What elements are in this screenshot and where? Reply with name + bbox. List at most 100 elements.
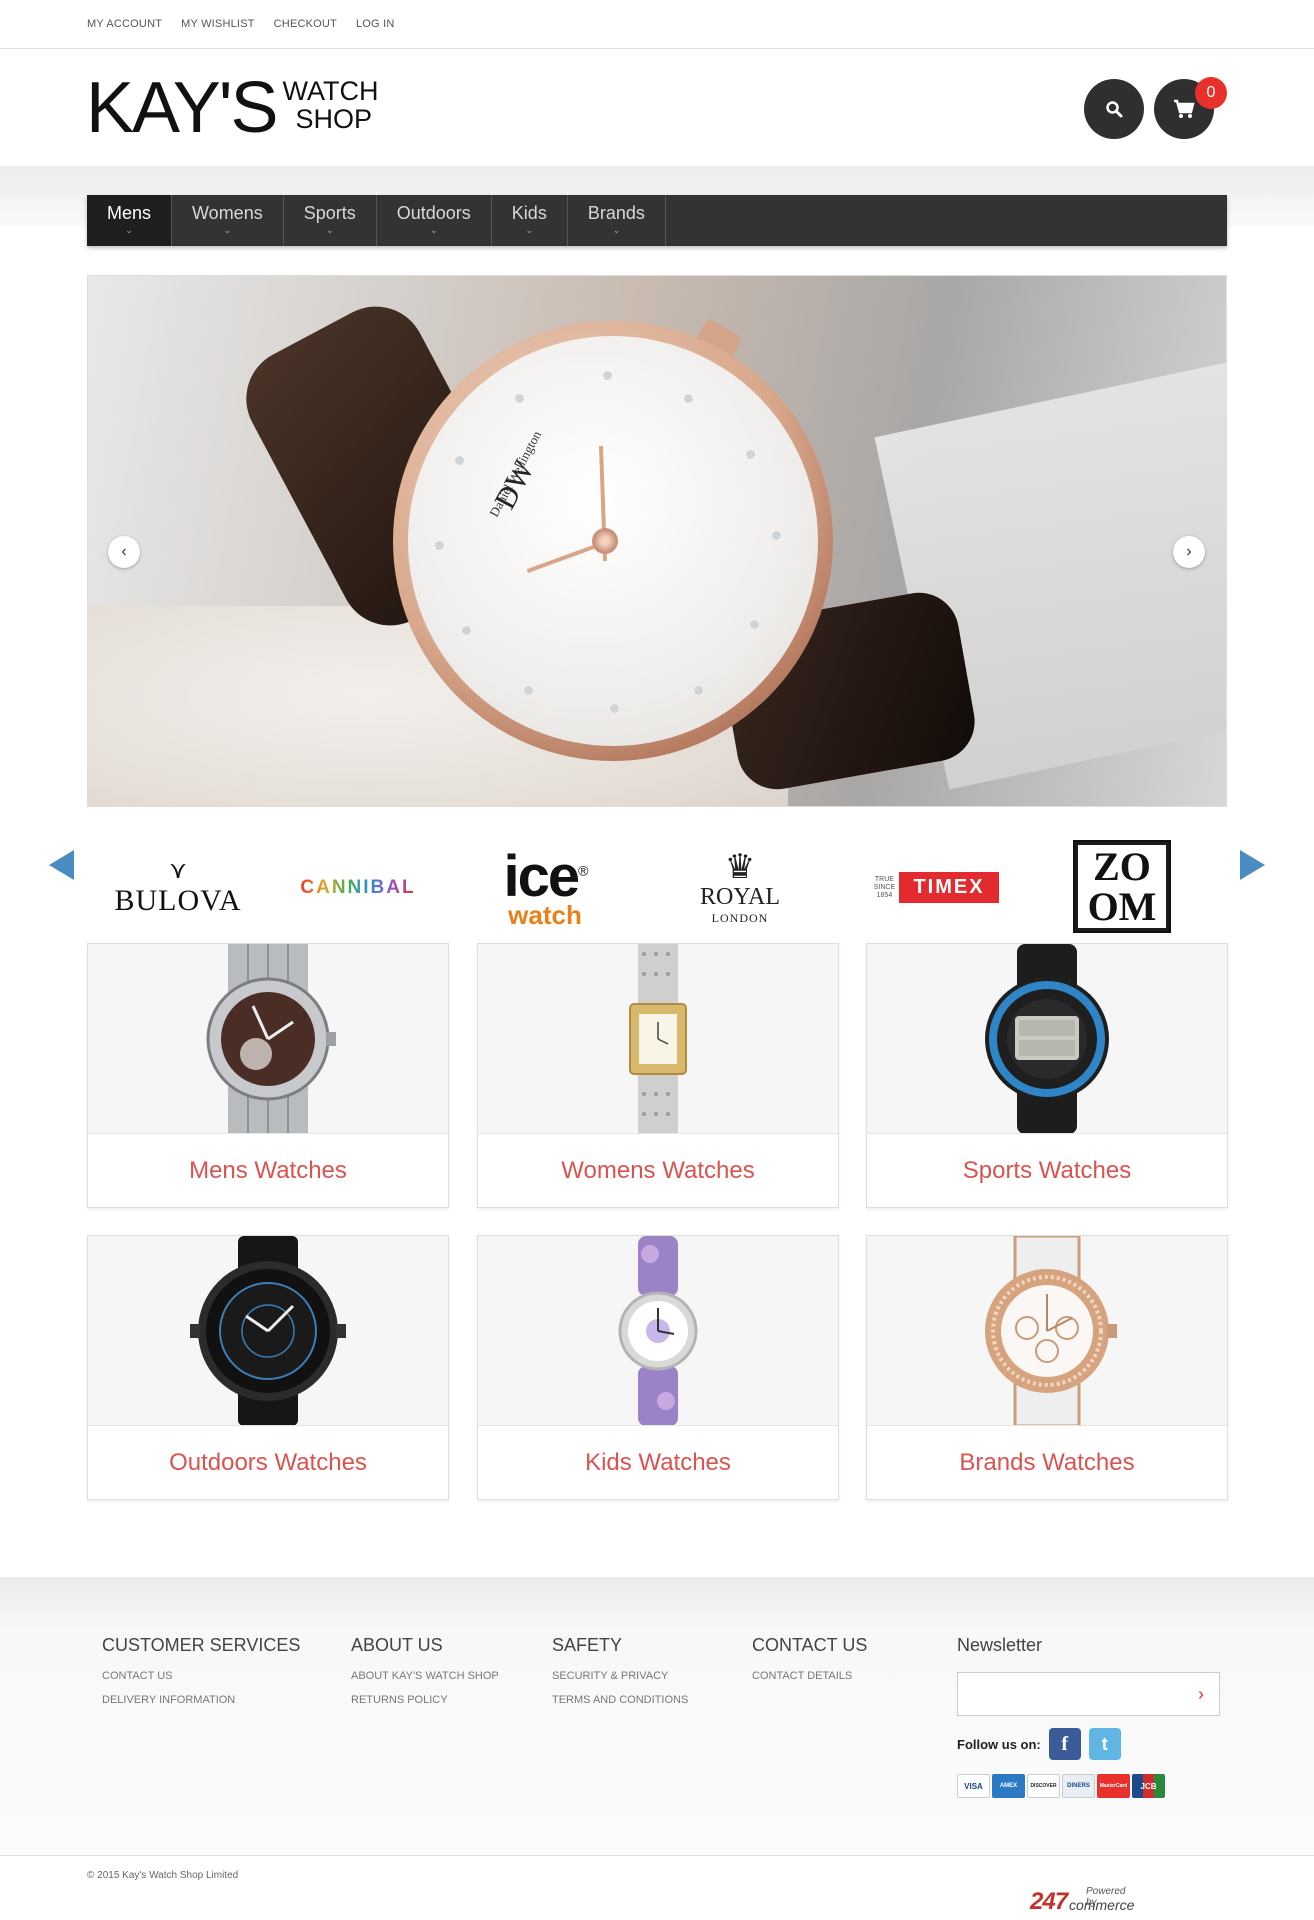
footer-safety: SAFETY SECURITY & PRIVACY TERMS AND COND…	[552, 1635, 688, 1718]
chevron-down-icon: ⌄	[125, 225, 133, 235]
site-header: KAY'S WATCH SHOP 0	[0, 49, 1314, 166]
footer-link-contact-us[interactable]: CONTACT US	[102, 1670, 300, 1682]
mastercard-icon: MasterCard	[1097, 1774, 1130, 1798]
search-icon	[1106, 101, 1123, 118]
hero-watch-center-pin	[592, 528, 618, 554]
brand-logo-bulova[interactable]: ⋎ BULOVA	[114, 840, 240, 935]
nav-item-womens[interactable]: Womens ⌄	[172, 195, 284, 246]
hour-marker	[684, 394, 693, 403]
hour-marker	[610, 704, 619, 713]
nav-item-outdoors[interactable]: Outdoors ⌄	[377, 195, 492, 246]
category-card-womens[interactable]: Womens Watches	[477, 943, 839, 1208]
brand-name: ZO	[1093, 843, 1151, 889]
powered-by-247commerce[interactable]: Powered by 247 commerce	[1030, 1886, 1134, 1916]
brand-carousel-prev-arrow[interactable]	[49, 850, 74, 880]
logo-watch-text: WATCH	[282, 76, 379, 106]
brand-logo-royal-london[interactable]: ♛ ROYAL LONDON	[690, 840, 790, 935]
hour-marker	[435, 541, 444, 550]
nav-item-label: Kids	[511, 203, 547, 223]
category-card-kids[interactable]: Kids Watches	[477, 1235, 839, 1500]
brand-logo-timex[interactable]: TRUE SINCE 1854 TIMEX	[864, 840, 1004, 935]
payment-methods: VISA AMEX DISCOVER DINERS MasterCard JCB	[957, 1774, 1220, 1798]
search-button[interactable]	[1084, 79, 1144, 139]
brand-logo-cannibal[interactable]: CANNIBAL	[288, 840, 428, 935]
newsletter-form: ›	[957, 1672, 1220, 1716]
visa-card-icon: VISA	[957, 1774, 990, 1798]
facebook-icon[interactable]: f	[1048, 1728, 1081, 1760]
hero-slider[interactable]: DW Daniel Wellington ‹ ›	[87, 275, 1227, 807]
newsletter-email-input[interactable]	[958, 1674, 1183, 1714]
hour-marker	[462, 626, 471, 635]
category-image	[88, 944, 448, 1134]
category-title: Kids Watches	[585, 1448, 731, 1476]
footer-link-security-privacy[interactable]: SECURITY & PRIVACY	[552, 1670, 688, 1682]
brand-name-secondary: OM	[1087, 883, 1157, 929]
checkout-link[interactable]: CHECKOUT	[274, 18, 337, 30]
chevron-right-icon: ›	[1198, 1683, 1204, 1704]
chevron-down-icon: ⌄	[325, 225, 334, 235]
hour-marker	[455, 456, 464, 465]
outdoors-watch-image	[190, 1236, 346, 1425]
nav-item-sports[interactable]: Sports ⌄	[284, 195, 377, 246]
footer-heading: ABOUT US	[351, 1635, 443, 1655]
ice-word: ice	[503, 843, 581, 909]
discover-card-icon: DISCOVER	[1027, 1774, 1060, 1798]
cart-count-badge: 0	[1195, 77, 1227, 109]
zoom-logo-inner: ZO OM	[1078, 845, 1166, 928]
footer-link-returns-policy[interactable]: RETURNS POLICY	[351, 1694, 499, 1706]
hour-marker	[746, 450, 755, 459]
nav-item-mens[interactable]: Mens ⌄	[87, 195, 173, 246]
footer-about-us: ABOUT US ABOUT KAY'S WATCH SHOP RETURNS …	[351, 1635, 499, 1718]
main-navigation: Mens ⌄ Womens ⌄ Sports ⌄ Outdoors ⌄ Kids…	[87, 195, 1227, 246]
footer-heading: CUSTOMER SERVICES	[102, 1635, 301, 1655]
footer-link-contact-details[interactable]: CONTACT DETAILS	[752, 1670, 867, 1682]
slider-prev-button[interactable]: ‹	[108, 536, 140, 568]
chevron-right-icon: ›	[1186, 543, 1192, 560]
brand-logo-ice-watch[interactable]: ice® watch	[490, 840, 600, 935]
site-logo[interactable]: KAY'S WATCH SHOP	[86, 72, 379, 144]
site-footer: CUSTOMER SERVICES CONTACT US DELIVERY IN…	[0, 1577, 1314, 1856]
category-title: Brands Watches	[959, 1448, 1135, 1476]
log-in-link[interactable]: LOG IN	[356, 18, 395, 30]
hour-marker	[524, 686, 533, 695]
chevron-down-icon: ⌄	[612, 225, 621, 235]
nav-item-kids[interactable]: Kids ⌄	[492, 195, 568, 246]
social-follow: Follow us on: f t	[957, 1728, 1220, 1760]
nav-item-brands[interactable]: Brands ⌄	[568, 195, 666, 246]
footer-link-delivery-information[interactable]: DELIVERY INFORMATION	[102, 1694, 300, 1706]
newsletter-submit-button[interactable]: ›	[1183, 1674, 1219, 1714]
nav-item-label: Sports	[303, 203, 356, 223]
category-card-brands[interactable]: Brands Watches	[866, 1235, 1228, 1500]
crown-icon: ♛	[724, 847, 756, 886]
category-title: Outdoors Watches	[169, 1448, 367, 1476]
brand-name: ROYAL	[699, 883, 780, 910]
hour-marker	[750, 620, 759, 629]
category-card-mens[interactable]: Mens Watches	[87, 943, 449, 1208]
top-utility-bar: MY ACCOUNT MY WISHLIST CHECKOUT LOG IN	[0, 0, 1314, 49]
twitter-icon[interactable]: t	[1088, 1728, 1121, 1760]
footer-link-about-shop[interactable]: ABOUT KAY'S WATCH SHOP	[351, 1670, 499, 1682]
brand-name-secondary: LONDON	[711, 910, 769, 925]
nav-item-label: Womens	[192, 203, 263, 223]
slider-next-button[interactable]: ›	[1173, 536, 1205, 568]
womens-watch-image	[629, 944, 687, 1133]
category-card-sports[interactable]: Sports Watches	[866, 943, 1228, 1208]
my-wishlist-link[interactable]: MY WISHLIST	[181, 18, 255, 30]
my-account-link[interactable]: MY ACCOUNT	[87, 18, 162, 30]
footer-contact-us: CONTACT US CONTACT DETAILS	[752, 1635, 867, 1694]
brands-watch-image	[985, 1236, 1117, 1425]
category-image	[88, 1236, 448, 1426]
nav-item-label: Mens	[107, 203, 152, 223]
follow-us-label: Follow us on:	[957, 1736, 1041, 1752]
mens-watch-image	[206, 944, 336, 1133]
newsletter-section: Newsletter › Follow us on: f t VISA AMEX…	[957, 1635, 1220, 1798]
category-card-outdoors[interactable]: Outdoors Watches	[87, 1235, 449, 1500]
sports-watch-image	[985, 944, 1109, 1133]
nav-item-label: Outdoors	[396, 203, 471, 223]
footer-link-terms-conditions[interactable]: TERMS AND CONDITIONS	[552, 1694, 688, 1706]
brand-logo-zoom[interactable]: ZO OM	[1073, 840, 1171, 933]
logo-shop-text: SHOP	[295, 104, 373, 134]
chevron-down-icon: ⌄	[223, 225, 232, 235]
bulova-tuning-fork-icon: ⋎	[169, 856, 187, 884]
brand-carousel-next-arrow[interactable]	[1240, 850, 1265, 880]
